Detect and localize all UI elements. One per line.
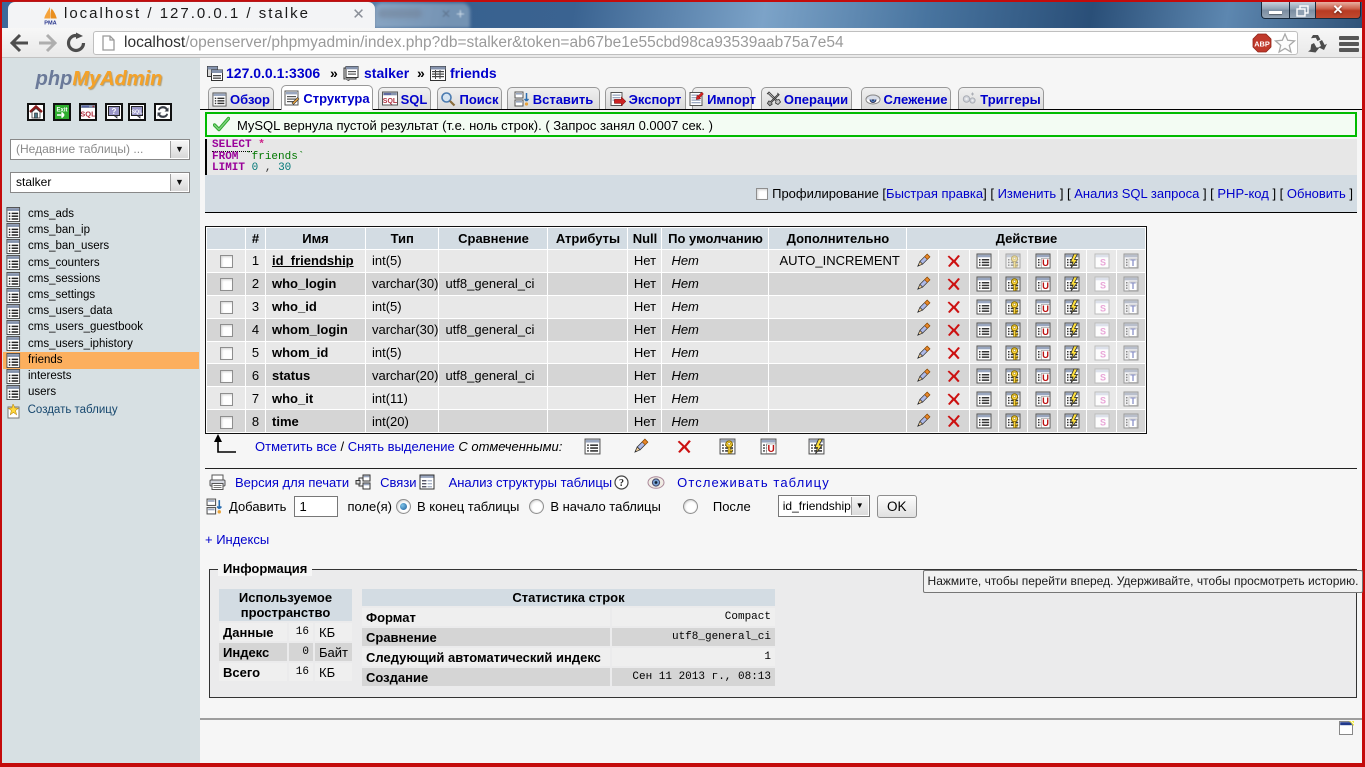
svg-text:ABP: ABP	[1254, 39, 1270, 48]
svg-text:?: ?	[619, 478, 624, 489]
svg-text:PMA: PMA	[44, 21, 56, 26]
svg-text:SQL: SQL	[131, 110, 143, 116]
svg-text:?: ?	[112, 107, 117, 116]
svg-text:SQL: SQL	[81, 110, 95, 119]
svg-text:SQL: SQL	[382, 98, 397, 105]
